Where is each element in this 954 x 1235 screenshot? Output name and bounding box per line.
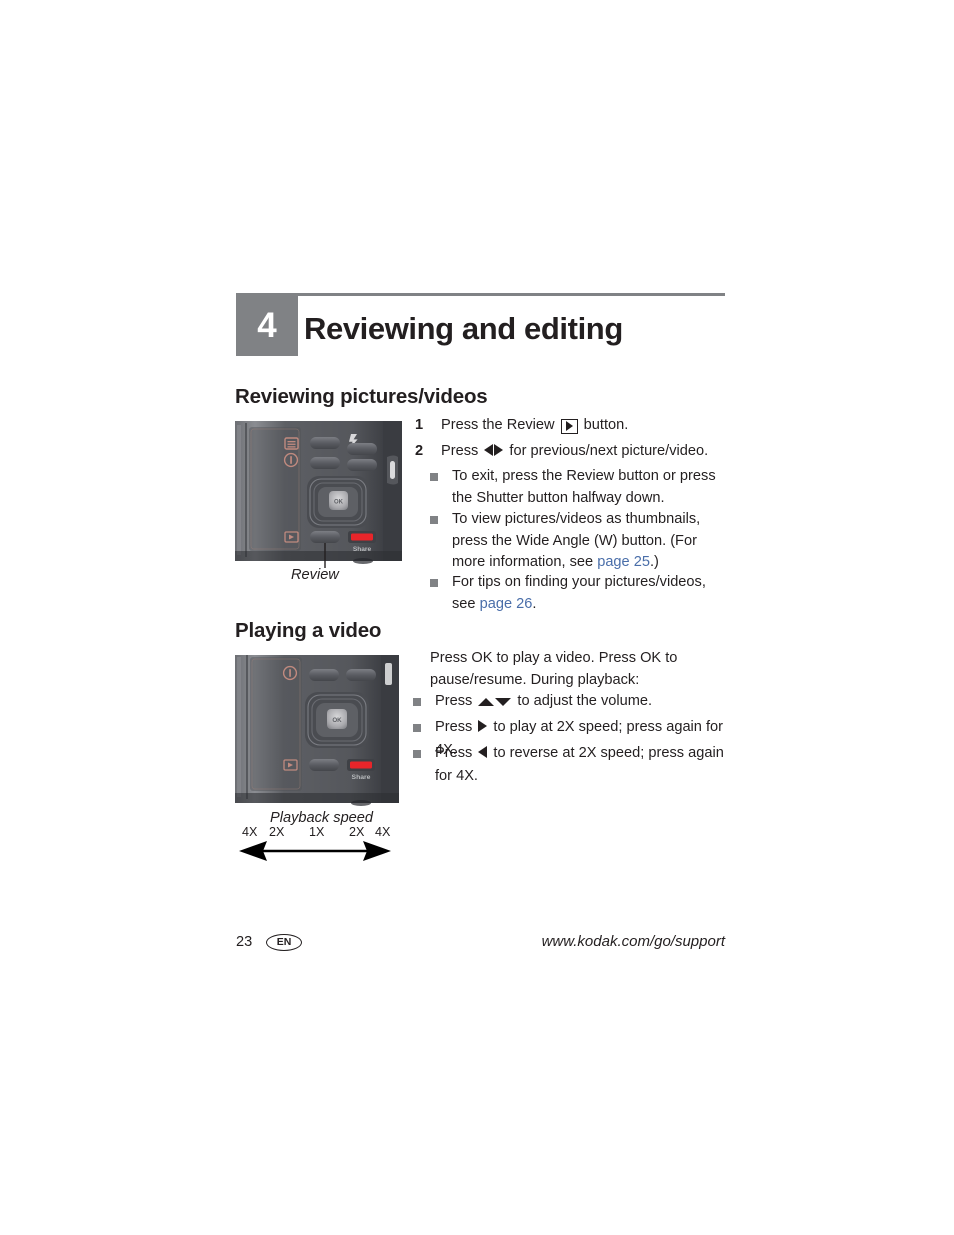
svg-text:OK: OK bbox=[334, 500, 344, 506]
language-badge: EN bbox=[266, 934, 304, 953]
page-number: 23 bbox=[236, 934, 253, 950]
step-1-number: 1 bbox=[415, 417, 424, 433]
info-button bbox=[309, 669, 339, 681]
step-2-post: for previous/next picture/video. bbox=[505, 443, 709, 459]
svg-text:Share: Share bbox=[352, 774, 371, 781]
step-1: 1 Press the Review button. bbox=[415, 415, 725, 437]
left-right-arrows-icon bbox=[484, 442, 504, 464]
list-item-text: To exit, press the Review button or pres… bbox=[452, 468, 716, 506]
manual-page: 4 Reviewing and editing Reviewing pictur… bbox=[0, 0, 954, 1235]
list-item-pre: To view pictures/videos as thumbnails, p… bbox=[452, 511, 701, 570]
speed-label-2: 1X bbox=[309, 825, 325, 839]
list-item-post: . bbox=[532, 595, 537, 612]
flash-button bbox=[347, 443, 377, 455]
left-arrow-icon bbox=[478, 744, 488, 766]
play-button-icon bbox=[560, 419, 578, 434]
step-2: 2 Press for previous/next picture/video. bbox=[415, 441, 725, 464]
svg-text:OK: OK bbox=[332, 717, 342, 724]
review-button bbox=[309, 759, 339, 771]
language-badge-label: EN bbox=[276, 936, 292, 948]
bullet-square-icon bbox=[413, 724, 421, 732]
list-item-text: Press to reverse at 2X speed; press agai… bbox=[435, 743, 733, 787]
step-2-text: Press for previous/next picture/video. bbox=[441, 441, 725, 464]
speed-label-4: 4X bbox=[375, 825, 391, 839]
four-way-controller: OK bbox=[307, 476, 369, 528]
chapter-title: Reviewing and editing bbox=[304, 311, 623, 346]
list-item-text: For tips on finding your pictures/videos… bbox=[452, 572, 730, 615]
page-link-26[interactable]: page 26 bbox=[480, 596, 533, 612]
list-item: Press to reverse at 2X speed; press agai… bbox=[413, 743, 733, 787]
camera-back-figure-review: OK Share bbox=[235, 421, 402, 568]
list-item: To view pictures/videos as thumbnails, p… bbox=[430, 509, 730, 574]
chapter-number-block: 4 bbox=[236, 296, 298, 356]
step-1-pre: Press the Review bbox=[441, 417, 559, 433]
list-item-pre: Press bbox=[435, 745, 477, 761]
section-heading-reviewing: Reviewing pictures/videos bbox=[235, 385, 488, 408]
chapter-rule bbox=[236, 293, 725, 296]
chapter-number: 4 bbox=[257, 306, 277, 345]
svg-text:Share: Share bbox=[353, 546, 372, 553]
four-way-controller: OK bbox=[305, 692, 369, 748]
list-item: Press to adjust the volume. bbox=[413, 691, 733, 714]
playback-speed-arrow bbox=[237, 838, 393, 864]
list-item: To exit, press the Review button or pres… bbox=[430, 466, 730, 509]
speed-label-3: 2X bbox=[349, 825, 365, 839]
section-heading-playing: Playing a video bbox=[235, 619, 382, 642]
camera-back-figure-playback: OK Share bbox=[235, 655, 399, 810]
step-2-number: 2 bbox=[415, 443, 424, 459]
bullet-square-icon bbox=[430, 473, 438, 481]
up-down-arrows-icon bbox=[478, 692, 512, 714]
delete-button bbox=[347, 459, 377, 471]
page-link-25[interactable]: page 25 bbox=[597, 554, 650, 570]
step-1-text: Press the Review button. bbox=[441, 415, 725, 437]
delete-button bbox=[346, 669, 376, 681]
bullet-square-icon bbox=[413, 698, 421, 706]
menu-button bbox=[310, 437, 340, 449]
bullet-square-icon bbox=[413, 750, 421, 758]
list-item-text: Press to adjust the volume. bbox=[435, 691, 733, 714]
step-1-post: button. bbox=[579, 417, 629, 433]
bullet-square-icon bbox=[430, 516, 438, 524]
playback-intro-text: Press OK to play a video. Press OK to pa… bbox=[430, 650, 678, 688]
support-url: www.kodak.com/go/support bbox=[541, 933, 725, 950]
speed-label-1: 2X bbox=[269, 825, 285, 839]
list-item: For tips on finding your pictures/videos… bbox=[430, 572, 730, 615]
list-item-pre: Press bbox=[435, 693, 477, 709]
right-arrow-icon bbox=[478, 718, 488, 740]
list-item-post: to adjust the volume. bbox=[513, 693, 653, 709]
bullet-square-icon bbox=[430, 579, 438, 587]
review-button bbox=[310, 531, 340, 543]
step-2-pre: Press bbox=[441, 443, 483, 459]
figure-caption-playback: Playback speed bbox=[270, 810, 374, 826]
info-button bbox=[310, 457, 340, 469]
list-item-text: To view pictures/videos as thumbnails, p… bbox=[452, 509, 730, 574]
speed-label-0: 4X bbox=[242, 825, 258, 839]
figure-caption-review: Review bbox=[291, 567, 339, 583]
list-item-post: .) bbox=[649, 554, 659, 570]
list-item-pre: Press bbox=[435, 719, 477, 735]
